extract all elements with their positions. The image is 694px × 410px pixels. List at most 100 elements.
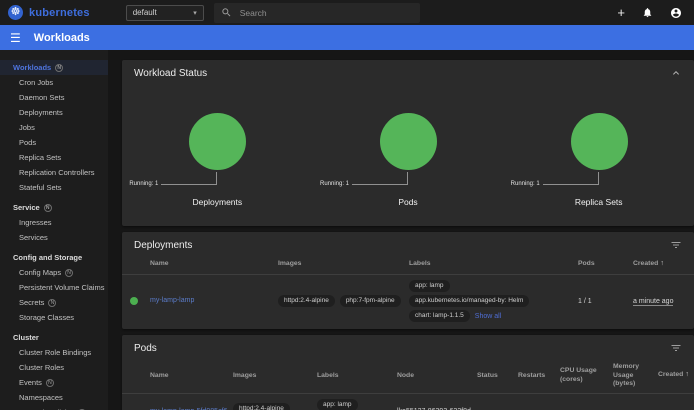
sidebar-item-ingresses[interactable]: Ingresses	[0, 215, 108, 230]
deployment-row: my-lamp-lamp httpd:2.4-alpine php:7-fpm-…	[122, 275, 694, 329]
chart-title: Pods	[313, 197, 504, 207]
created-timestamp: a minute ago	[633, 298, 673, 306]
chart-title: Replica Sets	[503, 197, 694, 207]
chart-replica-sets: Running: 1 Replica Sets	[503, 79, 694, 217]
plus-icon: +	[617, 6, 625, 19]
sidebar-item-cluster-roles[interactable]: Cluster Roles	[0, 360, 108, 375]
workload-status-charts: Running: 1 Deployments Running: 1 Pods	[122, 79, 694, 217]
topbar-actions: +	[617, 6, 682, 19]
status-ok-icon	[130, 297, 138, 305]
image-chip: httpd:2.4-alpine	[233, 403, 290, 410]
workload-status-title: Workload Status	[134, 68, 207, 79]
show-all-link[interactable]: Show all	[475, 313, 501, 320]
chart-pods: Running: 1 Pods	[313, 79, 504, 217]
brand-name: kubernetes	[29, 7, 90, 19]
account-button[interactable]	[670, 7, 682, 19]
namespaced-icon: N	[44, 204, 52, 212]
column-header-name: Name	[150, 260, 278, 268]
pods-pie-chart	[380, 113, 437, 170]
chevron-up-icon	[670, 67, 682, 79]
sidebar-item-deployments[interactable]: Deployments	[0, 105, 108, 120]
sidebar-item-replica-sets[interactable]: Replica Sets	[0, 150, 108, 165]
replica-sets-pie-chart	[571, 113, 628, 170]
sidebar-item-cluster-role-bindings[interactable]: Cluster Role Bindings	[0, 345, 108, 360]
sidebar-item-service[interactable]: ServiceN	[0, 200, 108, 215]
chevron-down-icon: ▾	[193, 9, 197, 17]
sidebar-item-cluster[interactable]: Cluster	[0, 330, 108, 345]
search-icon	[221, 7, 232, 18]
sidebar-item-pods[interactable]: Pods	[0, 135, 108, 150]
namespaced-icon: N	[46, 379, 54, 387]
filter-icon	[670, 239, 682, 251]
legend-connector: Running: 1	[320, 181, 408, 187]
column-header-memory-usage: Memory Usage (bytes)	[603, 363, 658, 387]
workload-status-card: Workload Status Running: 1 Deployments R…	[122, 60, 694, 226]
sidebar-item-persistent-volume-claims[interactable]: Persistent Volume ClaimsN	[0, 280, 108, 295]
namespaced-icon: N	[48, 299, 56, 307]
chart-deployments: Running: 1 Deployments	[122, 79, 313, 217]
sidebar-item-config-and-storage[interactable]: Config and Storage	[0, 250, 108, 265]
chart-legend-label: Running: 1	[129, 181, 158, 187]
label-chip: app: lamp	[317, 399, 358, 410]
sort-ascending-icon: ↑	[660, 260, 664, 267]
pod-row: my-lamp-lamp-5fd985cf68-jwvz4 httpd:2.4-…	[122, 394, 694, 410]
legend-line	[352, 184, 408, 185]
sidebar-item-cron-jobs[interactable]: Cron Jobs	[0, 75, 108, 90]
sidebar-item-network-policies[interactable]: Network PoliciesN	[0, 405, 108, 410]
helm-wheel-icon: ☸	[11, 7, 21, 18]
namespace-selector[interactable]: default ▾	[126, 5, 204, 21]
column-header-name: Name	[150, 372, 233, 380]
chart-legend-label: Running: 1	[511, 181, 540, 187]
sidebar-item-storage-classes[interactable]: Storage Classes	[0, 310, 108, 325]
column-header-created[interactable]: Created↑	[633, 260, 694, 268]
image-chip: php:7-fpm-alpine	[340, 295, 401, 307]
deployment-name-link[interactable]: my-lamp-lamp	[150, 297, 194, 304]
menu-icon[interactable]: ☰	[10, 32, 21, 44]
filter-button[interactable]	[670, 239, 682, 251]
user-icon	[670, 7, 682, 19]
sidebar-item-config-maps[interactable]: Config MapsN	[0, 265, 108, 280]
sidebar-item-secrets[interactable]: SecretsN	[0, 295, 108, 310]
column-header-node: Node	[397, 372, 477, 380]
pods-table-header: Name Images Labels Node Status Restarts …	[122, 358, 694, 393]
image-chip: httpd:2.4-alpine	[278, 295, 335, 307]
deployments-card: Deployments Name Images Labels Pods Crea…	[122, 232, 694, 329]
search-input[interactable]	[238, 7, 413, 19]
sidebar-item-services[interactable]: Services	[0, 230, 108, 245]
label-chip: app: lamp	[409, 280, 450, 292]
legend-line	[161, 184, 217, 185]
collapse-card-button[interactable]	[670, 67, 682, 79]
sidebar-item-namespaces[interactable]: Namespaces	[0, 390, 108, 405]
page-header: ☰ Workloads	[0, 25, 694, 50]
sidebar-item-daemon-sets[interactable]: Daemon Sets	[0, 90, 108, 105]
column-header-cpu-usage: CPU Usage (cores)	[550, 367, 603, 383]
kubernetes-home-link[interactable]: ☸ kubernetes	[8, 5, 90, 20]
create-resource-button[interactable]: +	[617, 6, 625, 19]
deployments-pie-chart	[189, 113, 246, 170]
deployments-card-title: Deployments	[134, 240, 192, 251]
column-header-images: Images	[233, 372, 317, 380]
main-content: Workload Status Running: 1 Deployments R…	[108, 50, 694, 410]
legend-connector: Running: 1	[129, 181, 217, 187]
legend-line	[543, 184, 599, 185]
sidebar-item-replication-controllers[interactable]: Replication Controllers	[0, 165, 108, 180]
notifications-button[interactable]	[642, 7, 653, 18]
column-header-labels: Labels	[317, 372, 397, 380]
search-bar[interactable]	[214, 3, 420, 23]
pods-card: Pods Name Images Labels Node Status Rest…	[122, 335, 694, 410]
top-app-bar: ☸ kubernetes default ▾ +	[0, 0, 694, 25]
sidebar-item-jobs[interactable]: Jobs	[0, 120, 108, 135]
sidebar-item-stateful-sets[interactable]: Stateful Sets	[0, 180, 108, 195]
sidebar-item-workloads[interactable]: WorkloadsN	[0, 60, 108, 75]
pods-card-title: Pods	[134, 343, 157, 354]
sidebar-item-events[interactable]: EventsN	[0, 375, 108, 390]
column-header-created[interactable]: Created↑	[658, 371, 694, 379]
filter-button[interactable]	[670, 342, 682, 354]
chart-title: Deployments	[122, 197, 313, 207]
column-header-status: Status	[477, 372, 518, 380]
legend-connector: Running: 1	[511, 181, 599, 187]
sort-ascending-icon: ↑	[685, 371, 689, 378]
namespace-selected-value: default	[133, 8, 157, 17]
label-chip: app.kubernetes.io/managed-by: Helm	[409, 295, 529, 307]
label-chip: chart: lamp-1.1.5	[409, 310, 470, 322]
